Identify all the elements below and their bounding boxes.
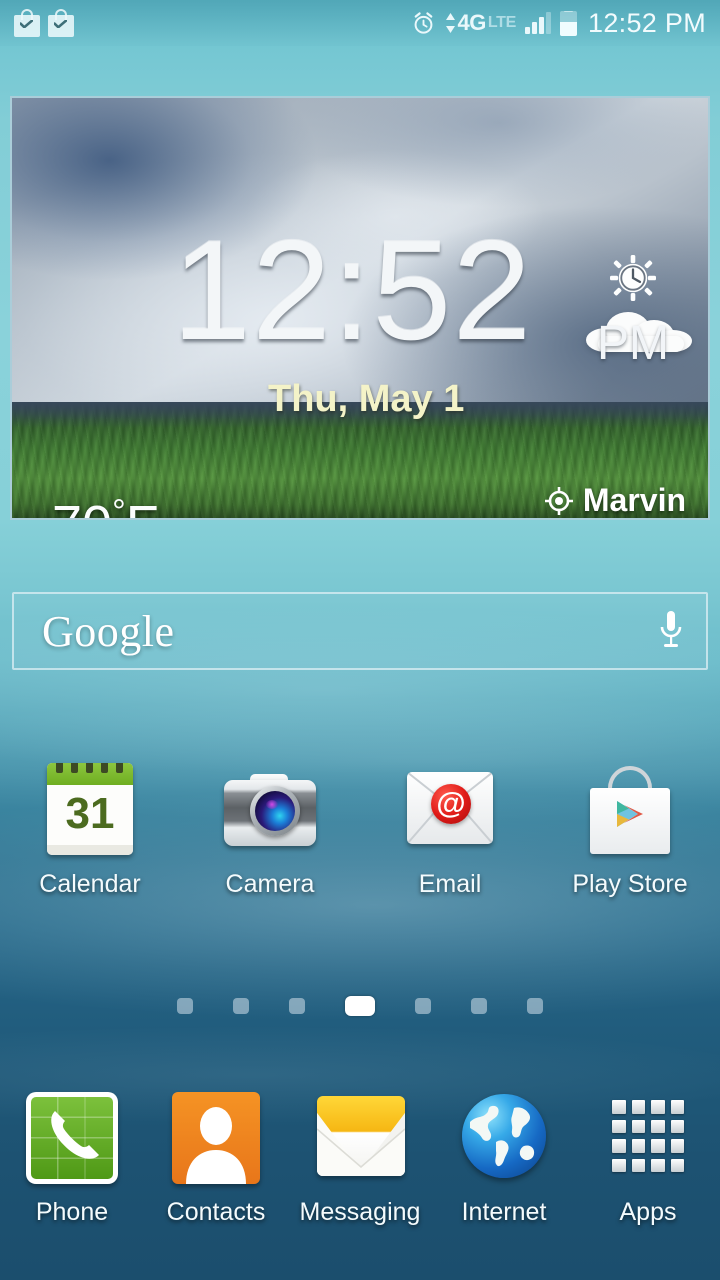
play-store-installed-icon[interactable] xyxy=(48,9,74,37)
home-app-row: 31 Calendar Camera @ Email Play Store xyxy=(0,760,720,899)
calendar-day-number: 31 xyxy=(65,789,115,838)
app-icon-email[interactable]: @ Email xyxy=(360,760,540,899)
app-label-email: Email xyxy=(418,870,482,898)
page-dot-1[interactable] xyxy=(177,998,193,1014)
play-store-installed-icon[interactable] xyxy=(14,9,40,37)
network-lte-label: LTE xyxy=(487,14,517,31)
page-dot-5[interactable] xyxy=(415,998,431,1014)
widget-temperature-value: 70 xyxy=(52,495,112,518)
widget-location-name: Marvin xyxy=(582,482,686,518)
app-label-contacts: Contacts xyxy=(166,1198,266,1226)
camera-icon[interactable] xyxy=(220,760,320,860)
widget-location-row[interactable]: Marvin xyxy=(544,482,686,518)
gps-target-icon xyxy=(544,486,573,515)
app-icon-messaging[interactable]: Messaging xyxy=(288,1088,432,1227)
app-label-apps: Apps xyxy=(619,1198,677,1226)
page-indicator[interactable] xyxy=(0,996,720,1016)
app-icon-play-store[interactable]: Play Store xyxy=(540,760,720,899)
page-dot-7[interactable] xyxy=(527,998,543,1014)
widget-temperature-unit: F xyxy=(126,495,159,518)
email-icon[interactable]: @ xyxy=(400,760,500,860)
widget-clock-ampm: PM xyxy=(597,317,669,370)
messaging-icon[interactable] xyxy=(310,1088,410,1188)
home-screen: 4G LTE 12:52 PM 12:52 PM Thu, May 1 ° Ma… xyxy=(0,0,720,1280)
network-4g-label: 4G xyxy=(457,10,487,35)
app-icon-phone[interactable]: Phone xyxy=(0,1088,144,1227)
app-label-messaging: Messaging xyxy=(299,1198,421,1226)
search-input[interactable]: Google xyxy=(42,606,175,657)
app-icon-calendar[interactable]: 31 Calendar xyxy=(0,760,180,899)
contacts-icon[interactable] xyxy=(166,1088,266,1188)
app-icon-contacts[interactable]: Contacts xyxy=(144,1088,288,1227)
app-icon-apps[interactable]: Apps xyxy=(576,1088,720,1227)
data-transfer-arrows-icon xyxy=(445,13,456,33)
internet-globe-icon[interactable] xyxy=(454,1088,554,1188)
battery-icon xyxy=(560,10,578,36)
apps-grid-icon[interactable] xyxy=(598,1088,698,1188)
widget-date: Thu, May 1 xyxy=(268,378,465,420)
app-label-camera: Camera xyxy=(225,870,315,898)
status-bar-notifications[interactable] xyxy=(14,9,74,37)
app-label-internet: Internet xyxy=(461,1198,547,1226)
page-dot-2[interactable] xyxy=(233,998,249,1014)
widget-temperature: 70°F xyxy=(52,493,159,520)
status-bar-clock: 12:52 PM xyxy=(588,7,706,38)
signal-bars-icon xyxy=(525,12,552,34)
phone-icon[interactable] xyxy=(22,1088,122,1188)
page-dot-3[interactable] xyxy=(289,998,305,1014)
email-at-glyph: @ xyxy=(431,784,471,824)
widget-clock-time: 12:52 xyxy=(172,211,533,370)
app-icon-internet[interactable]: Internet xyxy=(432,1088,576,1227)
play-store-icon[interactable] xyxy=(580,760,680,860)
microphone-icon[interactable] xyxy=(658,609,684,653)
app-icon-camera[interactable]: Camera xyxy=(180,760,360,899)
app-label-phone: Phone xyxy=(35,1198,109,1226)
alarm-set-icon xyxy=(610,255,656,301)
app-label-play-store: Play Store xyxy=(572,870,688,898)
page-dot-4-active[interactable] xyxy=(345,996,375,1016)
weather-clock-widget[interactable]: 12:52 PM Thu, May 1 70°F AccuWeather.com xyxy=(10,96,710,520)
status-bar[interactable]: 4G LTE 12:52 PM xyxy=(0,0,720,46)
google-search-bar[interactable]: Google xyxy=(12,592,708,670)
status-bar-indicators[interactable]: 4G LTE 12:52 PM xyxy=(411,8,706,39)
page-dot-6[interactable] xyxy=(471,998,487,1014)
calendar-icon[interactable]: 31 xyxy=(40,760,140,860)
app-label-calendar: Calendar xyxy=(39,870,141,898)
network-type-indicator: 4G LTE xyxy=(445,10,517,36)
dock-row: Phone Contacts Messaging Internet Apps xyxy=(0,1088,720,1227)
alarm-clock-icon xyxy=(414,11,432,34)
widget-degree-symbol: ° xyxy=(112,493,126,520)
